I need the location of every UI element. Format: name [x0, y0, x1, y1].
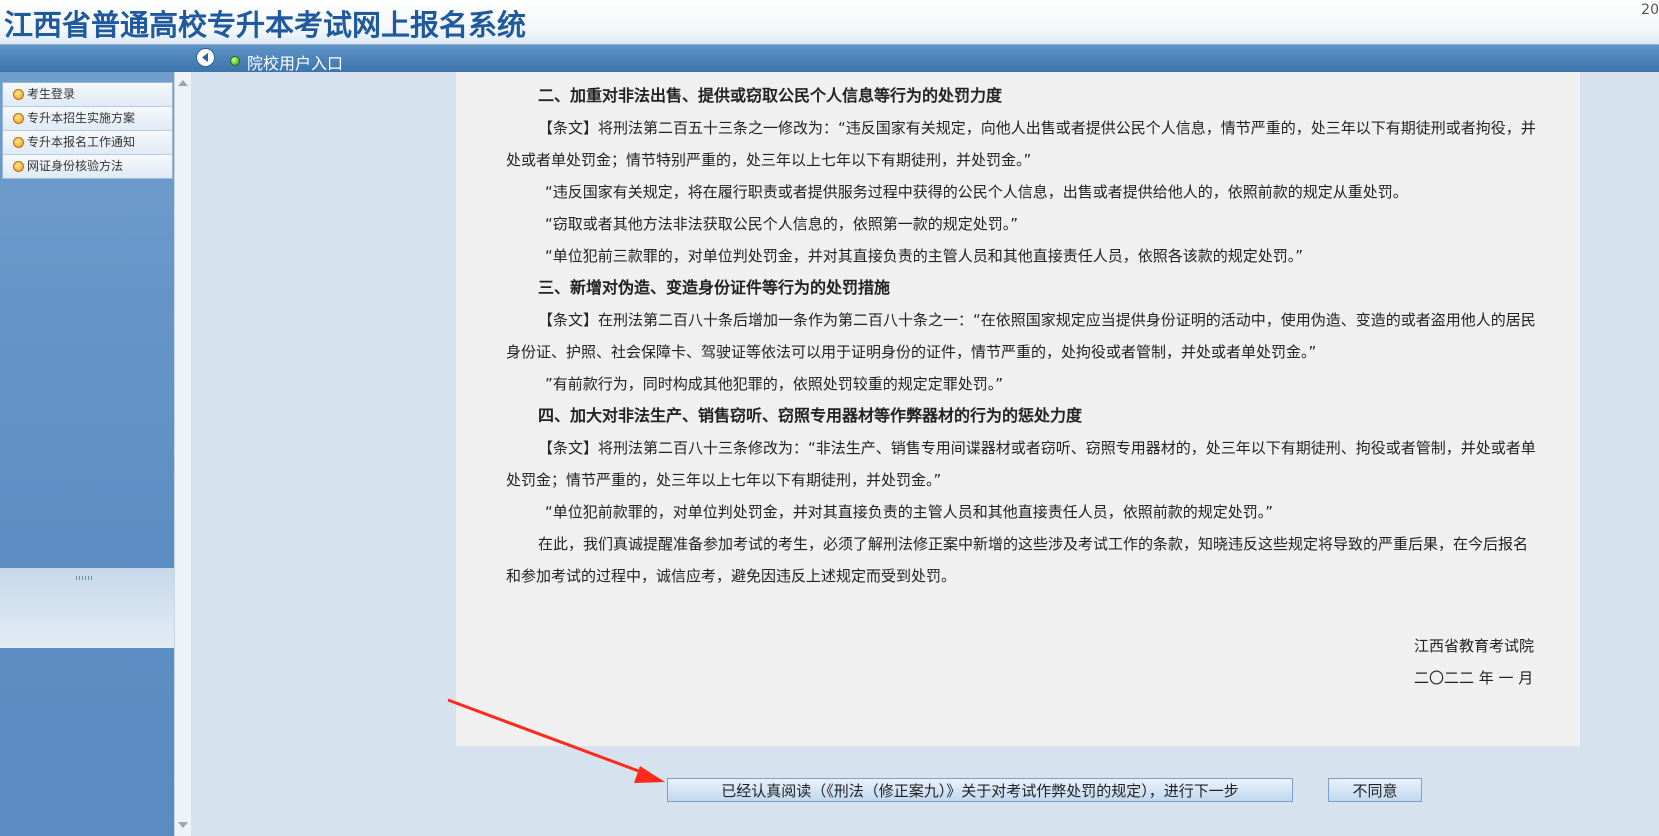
- article-text: “单位犯前三款罪的，对单位判处罚金，并对其直接负责的主管人员和其他直接责任人员，…: [545, 247, 1304, 265]
- sidebar-item-identity-verification[interactable]: 网证身份核验方法: [3, 155, 172, 178]
- bullet-icon: [13, 89, 24, 100]
- sidebar-lower-panel: [0, 568, 174, 648]
- notice-panel: 二、加重对非法出售、提供或窃取公民个人信息等行为的处罚力度 【条文】将刑法第二百…: [456, 72, 1580, 746]
- article-text: ”有前款行为，同时构成其他犯罪的，依照处罚较重的规定定罪处罚。”: [545, 375, 1004, 393]
- signature-block: 江西省教育考试院 二〇二二 年 一 月: [1414, 630, 1534, 694]
- top-navbar: 院校用户入口: [0, 45, 1659, 74]
- signature-date: 二〇二二 年 一 月: [1414, 669, 1534, 687]
- sidebar-item-label: 专升本报名工作通知: [27, 135, 136, 149]
- article-text: “违反国家有关规定，将在履行职责或者提供服务过程中获得的公民个人信息，出售或者提…: [545, 183, 1408, 201]
- article-text: 【条文】在刑法第二百八十条后增加一条作为第二百八十条之一：“在依照国家规定应当提…: [506, 311, 1536, 361]
- scroll-down-icon[interactable]: [178, 822, 188, 828]
- sidebar-scrollbar[interactable]: [174, 72, 191, 836]
- site-title: 江西省普通高校专升本考试网上报名系统: [4, 8, 527, 42]
- corner-text: 20: [1641, 2, 1659, 18]
- header: 江西省普通高校专升本考试网上报名系统 20: [0, 0, 1659, 45]
- scroll-up-icon[interactable]: [178, 80, 188, 86]
- sidebar-item-label: 考生登录: [27, 87, 76, 101]
- institution-entry-link[interactable]: 院校用户入口: [247, 50, 343, 74]
- article-text: 【条文】将刑法第二百五十三条之一修改为：“违反国家有关规定，向他人出售或者提供公…: [506, 119, 1536, 169]
- notice-content: 二、加重对非法出售、提供或窃取公民个人信息等行为的处罚力度 【条文】将刑法第二百…: [506, 80, 1536, 592]
- section-heading: 四、加大对非法生产、销售窃听、窃照专用器材等作弊器材的行为的惩处力度: [538, 406, 1083, 425]
- sidebar-item-admission-plan[interactable]: 专升本招生实施方案: [3, 107, 172, 131]
- chevron-left-icon: [202, 53, 208, 62]
- article-text: 【条文】将刑法第二百八十三条修改为：“非法生产、销售专用间谍器材或者窃听、窃照专…: [506, 439, 1536, 489]
- article-text: “窃取或者其他方法非法获取公民个人信息的，依照第一款的规定处罚。”: [545, 215, 1019, 233]
- sidebar-item-label: 专升本招生实施方案: [27, 111, 136, 125]
- sidebar: 考生登录 专升本招生实施方案 专升本报名工作通知 网证身份核验方法: [0, 72, 174, 836]
- agree-next-button[interactable]: 已经认真阅读（《刑法（修正案九）》关于对考试作弊处罚的规定），进行下一步: [667, 778, 1293, 802]
- collapse-sidebar-button[interactable]: [196, 48, 215, 67]
- disagree-button[interactable]: 不同意: [1328, 778, 1422, 802]
- resize-grip[interactable]: [76, 576, 94, 580]
- sidebar-menu: 考生登录 专升本招生实施方案 专升本报名工作通知 网证身份核验方法: [2, 82, 173, 179]
- sidebar-item-label: 网证身份核验方法: [27, 159, 124, 173]
- closing-paragraph: 在此，我们真诚提醒准备参加考试的考生，必须了解刑法修正案中新增的这些涉及考试工作…: [506, 535, 1529, 585]
- bullet-icon: [13, 137, 24, 148]
- section-heading: 三、新增对伪造、变造身份证件等行为的处罚措施: [538, 278, 891, 297]
- bullet-icon: [13, 113, 24, 124]
- resize-grip[interactable]: [76, 486, 94, 490]
- sidebar-item-student-login[interactable]: 考生登录: [3, 83, 172, 107]
- article-text: “单位犯前款罪的，对单位判处罚金，并对其直接负责的主管人员和其他直接责任人员，依…: [545, 503, 1274, 521]
- bullet-icon: [13, 161, 24, 172]
- section-heading: 二、加重对非法出售、提供或窃取公民个人信息等行为的处罚力度: [538, 86, 1003, 105]
- signature-org: 江西省教育考试院: [1414, 637, 1535, 655]
- green-dot-icon: [230, 56, 240, 66]
- sidebar-item-registration-notice[interactable]: 专升本报名工作通知: [3, 131, 172, 155]
